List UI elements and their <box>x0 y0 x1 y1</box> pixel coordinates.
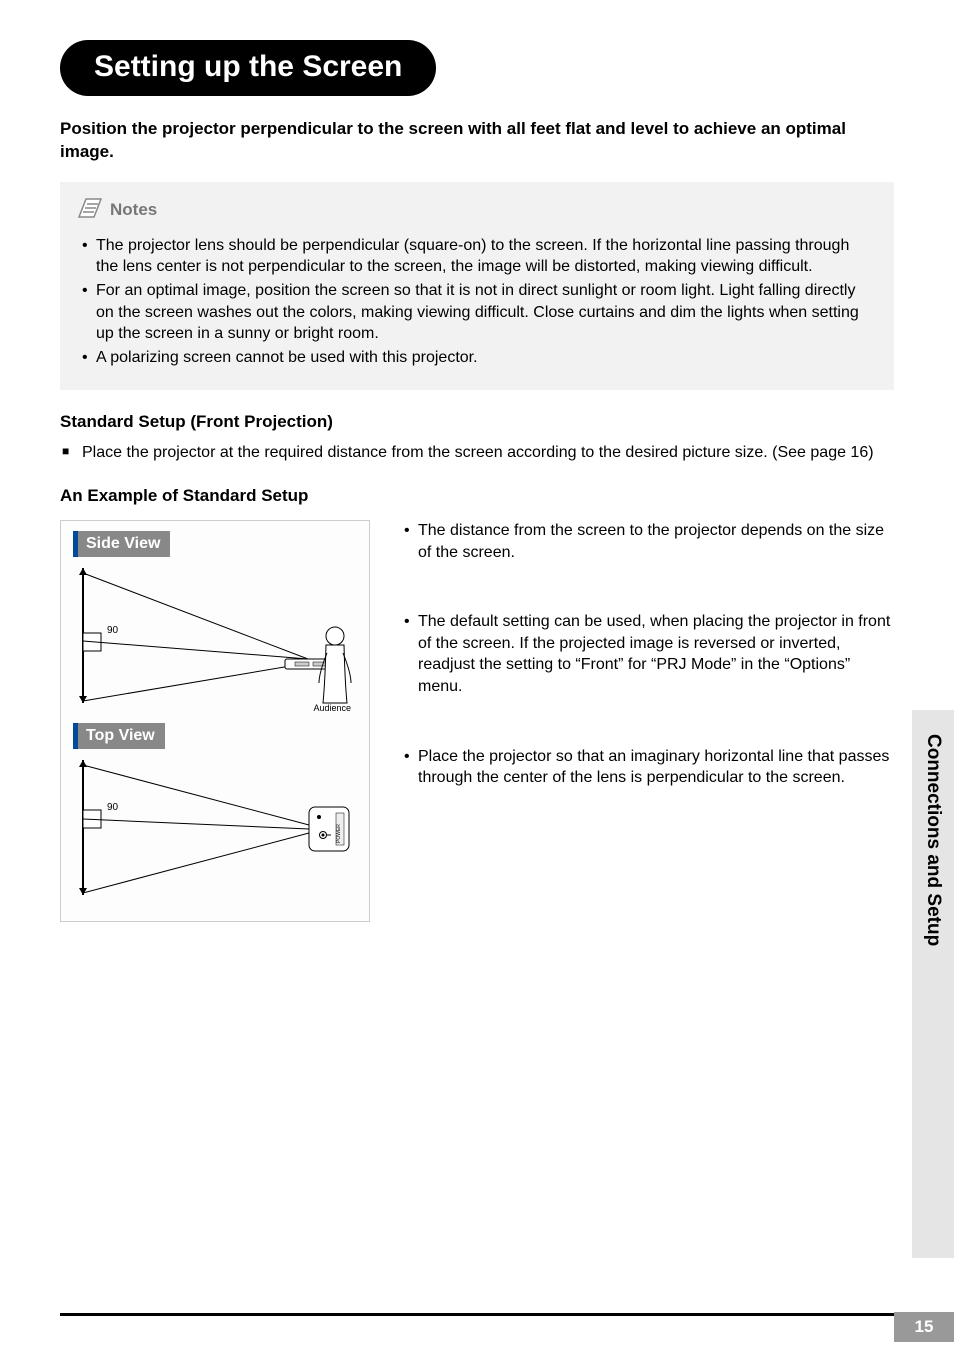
page-number: 15 <box>894 1312 954 1342</box>
diagram-box: Side View 90 <box>60 520 370 922</box>
svg-text:POWER: POWER <box>336 824 342 843</box>
angle-label: 90 <box>107 625 119 636</box>
note-icon <box>78 198 102 223</box>
standard-setup-item: Place the projector at the required dist… <box>60 442 894 464</box>
section-tab: Connections and Setup <box>912 710 954 1258</box>
note-item: The projector lens should be perpendicul… <box>78 235 876 278</box>
example-point: Place the projector so that an imaginary… <box>400 746 894 789</box>
example-text-column: The distance from the screen to the proj… <box>400 520 894 922</box>
audience-label: Audience <box>313 703 351 713</box>
example-point: The default setting can be used, when pl… <box>400 611 894 697</box>
top-view-diagram: 90 POWER <box>73 755 357 905</box>
example-heading: An Example of Standard Setup <box>60 486 894 506</box>
section-tab-label: Connections and Setup <box>922 734 944 946</box>
standard-setup-heading: Standard Setup (Front Projection) <box>60 412 894 432</box>
notes-box: Notes The projector lens should be perpe… <box>60 182 894 391</box>
note-item: A polarizing screen cannot be used with … <box>78 347 876 369</box>
notes-label: Notes <box>110 200 157 220</box>
intro-text: Position the projector perpendicular to … <box>60 118 894 164</box>
angle-label: 90 <box>107 802 119 813</box>
example-point: The distance from the screen to the proj… <box>400 520 894 563</box>
page-title: Setting up the Screen <box>60 40 436 96</box>
page-footer: 15 <box>60 1313 954 1316</box>
side-view-diagram: 90 Audience <box>73 563 357 713</box>
side-view-label: Side View <box>73 531 170 557</box>
note-item: For an optimal image, position the scree… <box>78 280 876 345</box>
top-view-label: Top View <box>73 723 165 749</box>
